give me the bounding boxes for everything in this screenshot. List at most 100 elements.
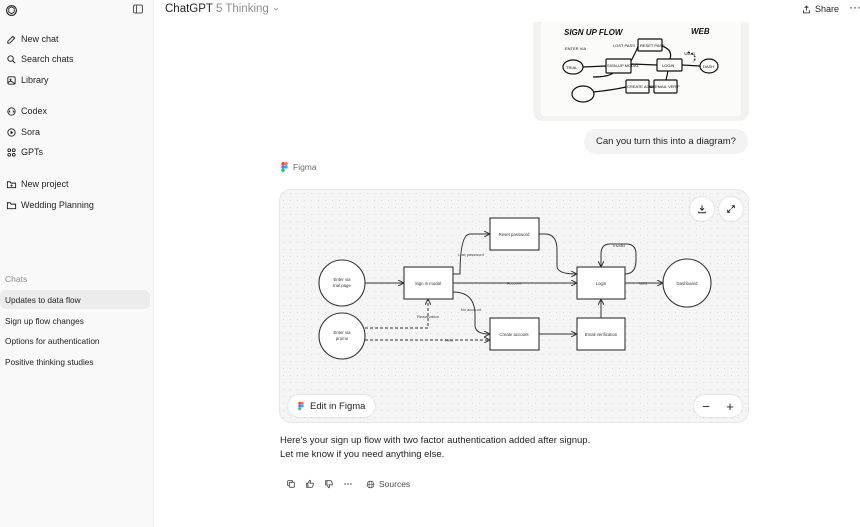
sources-button[interactable]: Sources <box>366 479 410 489</box>
edge-label-reactivation: Reactivation <box>417 314 439 319</box>
share-button[interactable]: Share <box>802 4 839 14</box>
thumbs-up-button[interactable] <box>300 478 319 490</box>
share-icon <box>803 5 810 13</box>
sketch-drawing: SIGN UP FLOW WEB TRIAL SIGN-UP MODAL RES… <box>533 22 749 121</box>
sketch-node-label: EMAIL VERIF <box>655 84 680 89</box>
download-icon <box>698 205 706 214</box>
edge-label-lost-password: Lost password <box>458 252 484 257</box>
edge-label-no-account: No account <box>461 307 482 312</box>
expand-icon <box>727 205 735 213</box>
user-message-bubble: Can you turn this into a diagram? <box>584 129 748 154</box>
chatgpt-app: New chat Search chats Library Codex Sora… <box>0 0 860 527</box>
chevron-down-icon <box>273 7 279 11</box>
sketch-node-label: DASH <box>703 64 714 69</box>
edit-in-figma-button[interactable]: Edit in Figma <box>288 395 376 417</box>
edge-label-account: Account <box>507 281 522 286</box>
openai-logo-icon[interactable] <box>5 4 18 17</box>
sidebar-toggle-icon[interactable] <box>132 3 144 15</box>
node-label-create: Create account <box>499 332 529 337</box>
thumbs-up-icon <box>305 479 314 488</box>
zoom-out-button[interactable]: − <box>702 399 710 414</box>
zoom-controls: − + <box>694 395 742 417</box>
expand-button[interactable] <box>719 197 743 221</box>
sketch-title: SIGN UP FLOW <box>564 28 624 37</box>
new-chat-icon <box>6 34 17 45</box>
codex-icon <box>6 106 17 117</box>
zoom-in-button[interactable]: + <box>726 399 734 414</box>
reply-line-1: Here's your sign up flow with two factor… <box>280 435 591 446</box>
edge-label-new: New <box>445 338 453 343</box>
globe-icon <box>366 480 375 488</box>
sidebar-item-codex[interactable]: Codex <box>0 101 150 121</box>
sora-icon <box>6 127 17 138</box>
sketch-node-label: SIGN-UP MODAL <box>607 63 640 68</box>
node-label-dashboard: Dashboard <box>676 281 698 286</box>
figma-icon <box>298 401 304 411</box>
edit-in-figma-label: Edit in Figma <box>310 400 366 412</box>
assistant-reply: Here's your sign up flow with two factor… <box>280 434 590 462</box>
gpts-icon <box>6 147 17 158</box>
sidebar-item-label: Search chats <box>21 54 74 64</box>
chat-item-positive-thinking-studies[interactable]: Positive thinking studies <box>0 352 150 371</box>
node-label-trial-text: Enter via <box>334 277 352 282</box>
edge-label-invalid: Invalid <box>613 243 625 248</box>
model-selector[interactable]: ChatGPT 5 Thinking <box>165 3 280 15</box>
copy-icon <box>286 480 295 488</box>
sidebar-item-sora[interactable]: Sora <box>0 122 150 142</box>
sketch-node-label: RESET PASS <box>640 43 665 48</box>
sidebar-top <box>0 0 153 22</box>
sidebar-item-library[interactable]: Library <box>0 70 150 90</box>
node-label-trial: Enter via trial page <box>333 277 351 288</box>
new-project-icon <box>6 179 17 190</box>
more-options-button[interactable]: ··· <box>849 0 860 14</box>
node-label-modal: Sign in modal <box>415 281 441 286</box>
figma-diagram-card[interactable]: Enter via trial page Enter via promo Sign … <box>279 189 749 423</box>
node-label-email: Email verification <box>585 332 618 337</box>
sidebar-item-label: Wedding Planning <box>21 200 94 210</box>
figma-icon <box>281 162 288 172</box>
sources-label: Sources <box>379 479 411 489</box>
model-version: 5 Thinking <box>215 3 269 15</box>
folder-icon <box>6 200 17 211</box>
copy-button[interactable] <box>281 478 300 490</box>
sketch-node-label: ENTER VIA <box>565 46 586 51</box>
sidebar-item-gpts[interactable]: GPTs <box>0 142 150 162</box>
sidebar-item-label: New chat <box>21 34 59 44</box>
sketch-corner: WEB <box>691 27 710 36</box>
sketch-node-label: LOST PASS <box>613 43 635 48</box>
chat-item-sign-up-flow-changes[interactable]: Sign up flow changes <box>0 311 150 330</box>
sidebar-item-label: Sora <box>21 127 41 137</box>
node-label-trial-line2: trial page <box>333 283 351 288</box>
sketch-node-label: VALID <box>684 51 695 56</box>
sketch-node-label: CREATE ACCT <box>627 84 655 89</box>
model-name: ChatGPT <box>165 3 213 15</box>
figma-tool-label: Figma <box>281 162 317 172</box>
node-label-reset: Reset password <box>499 232 530 237</box>
thumbs-down-button[interactable] <box>319 478 338 490</box>
edge-no-account <box>452 291 489 334</box>
thumbs-down-icon <box>324 480 333 489</box>
flowchart-diagram: Enter via trial page Enter via promo Sign … <box>318 217 712 360</box>
edge-reset-to-login <box>539 233 576 274</box>
uploaded-sketch-image[interactable]: SIGN UP FLOW WEB TRIAL SIGN-UP MODAL RES… <box>533 22 749 121</box>
sketch-node-label: TRIAL <box>566 65 578 70</box>
sidebar-item-label: GPTs <box>21 147 44 157</box>
sketch-node-label: LOGIN <box>662 63 675 68</box>
share-label: Share <box>815 4 840 14</box>
sidebar: New chat Search chats Library Codex Sora… <box>0 0 154 527</box>
top-bar: ChatGPT 5 Thinking Share ··· <box>154 0 860 22</box>
sidebar-item-search-chats[interactable]: Search chats <box>0 49 150 69</box>
download-button[interactable] <box>690 197 714 221</box>
sidebar-item-wedding-planning[interactable]: Wedding Planning <box>0 195 150 215</box>
sidebar-item-new-chat[interactable]: New chat <box>0 29 150 49</box>
reply-line-2: Let me know if you need anything else. <box>280 449 445 460</box>
message-actions: Sources <box>281 478 410 490</box>
more-actions-button[interactable] <box>338 478 357 490</box>
search-icon <box>6 54 17 65</box>
node-label-login: Login <box>596 281 607 286</box>
more-horizontal-icon <box>343 483 352 485</box>
sidebar-item-new-project[interactable]: New project <box>0 174 150 194</box>
node-label-promo-line2: promo <box>336 336 349 341</box>
chat-item-updates-to-data-flow[interactable]: Updates to data flow <box>0 290 150 309</box>
chat-item-options-for-authentication[interactable]: Options for authentication <box>0 331 150 350</box>
